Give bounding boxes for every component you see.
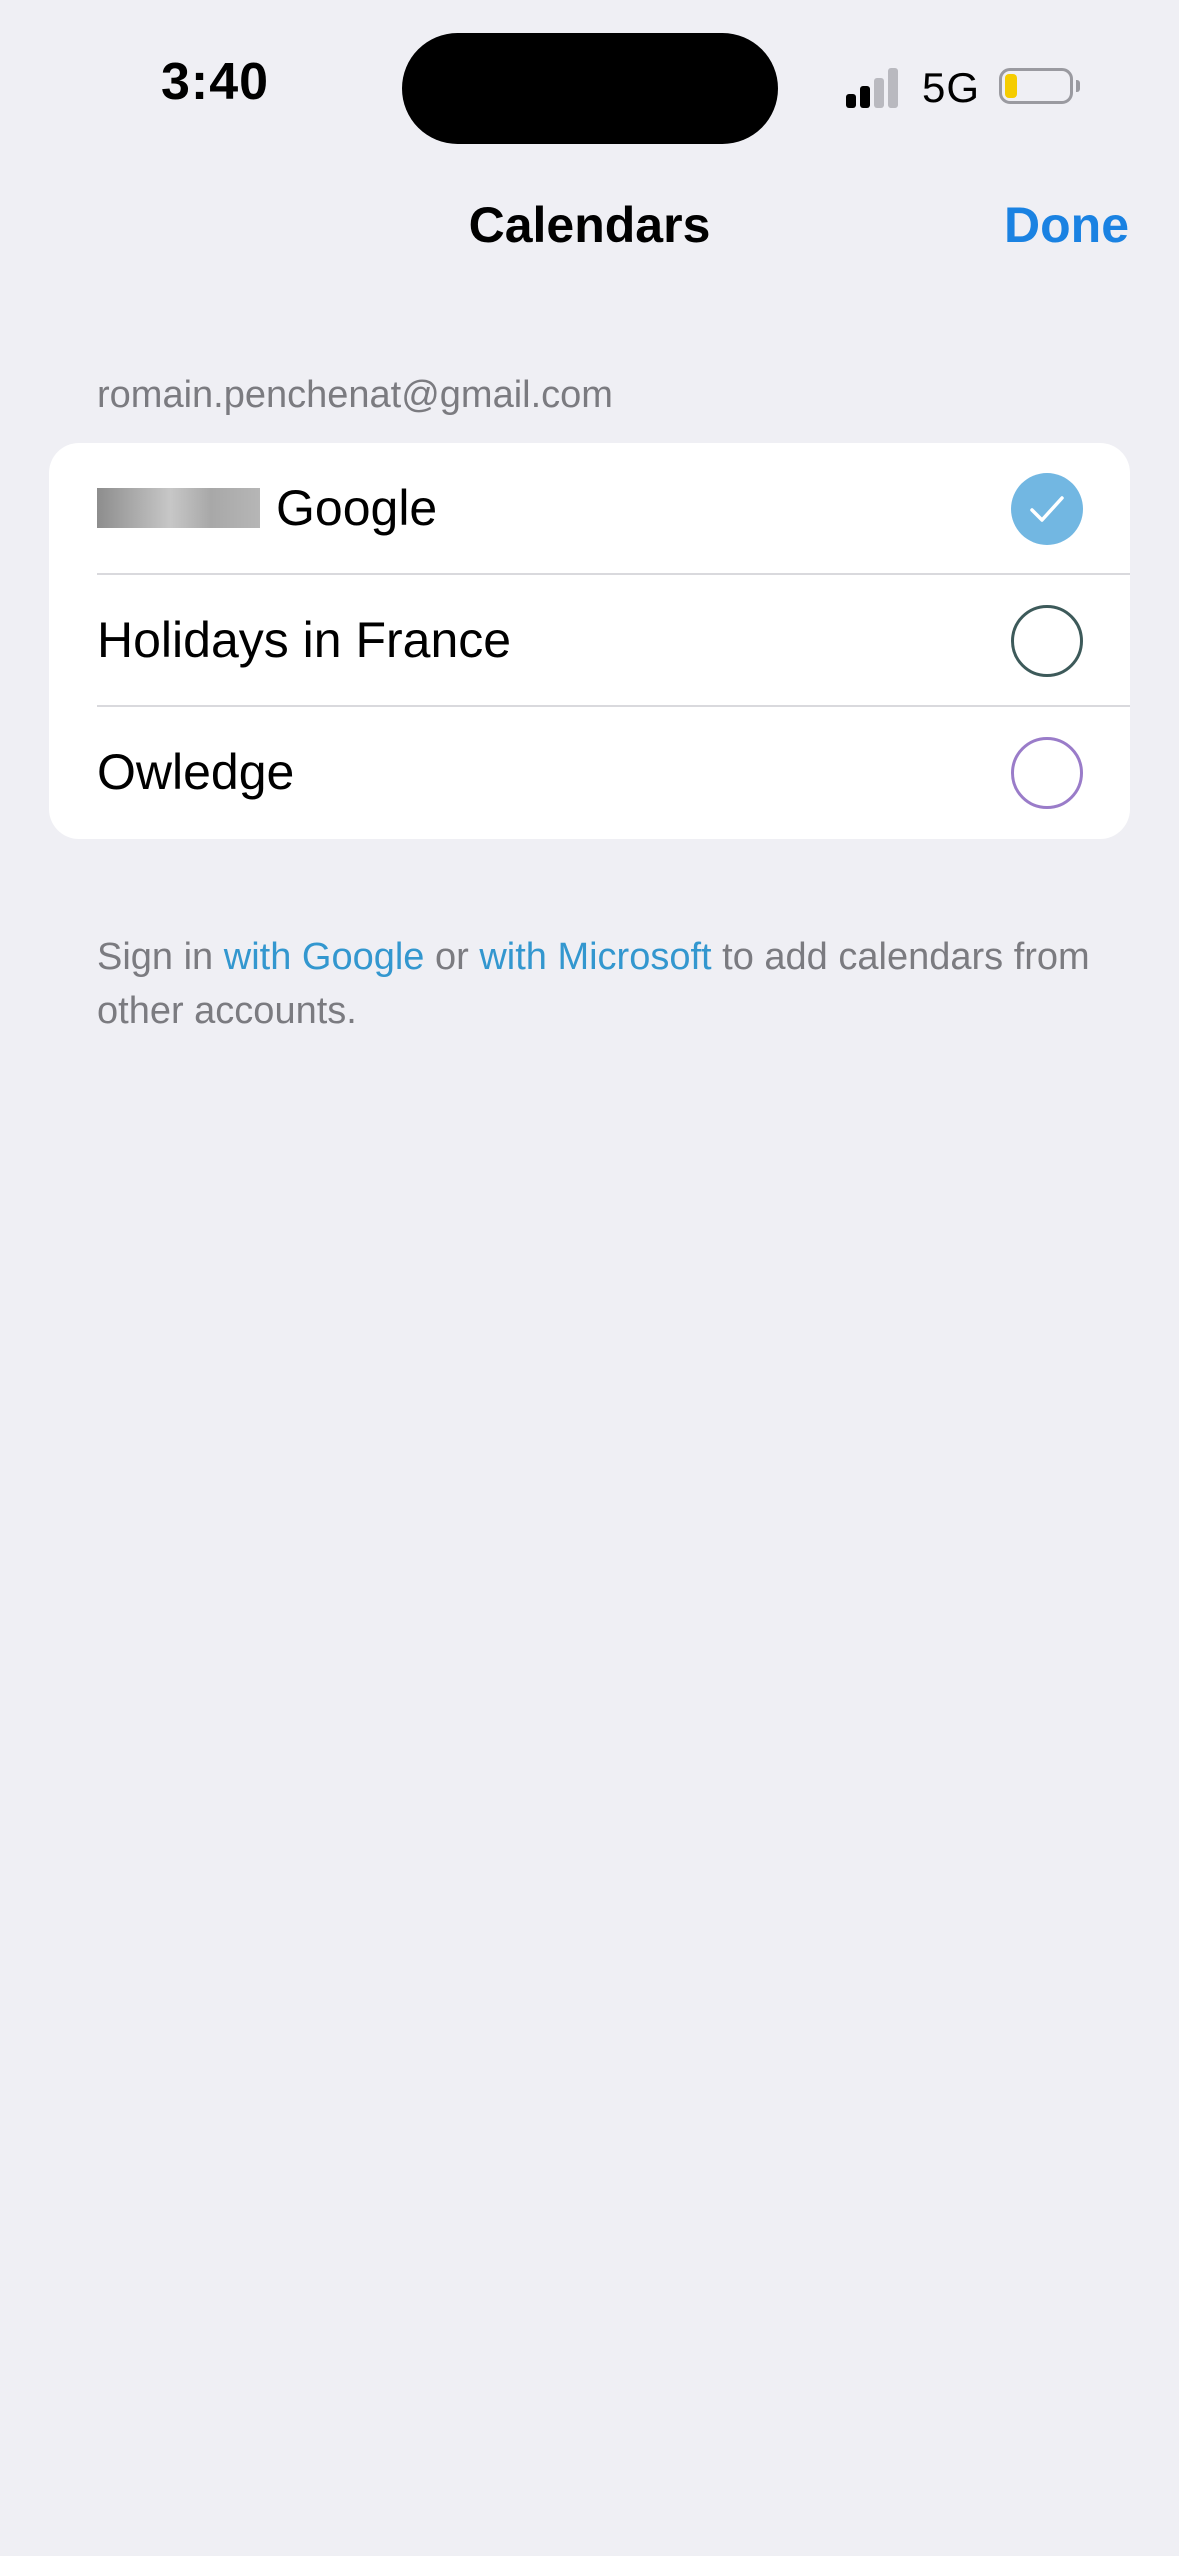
calendar-row-label: Google — [97, 479, 437, 537]
calendar-row-holidays-in-france[interactable]: Holidays in France — [49, 575, 1130, 707]
network-type: 5G — [922, 64, 981, 111]
calendar-row-google[interactable]: Google — [49, 443, 1130, 575]
footer-prefix: Sign in — [97, 936, 224, 978]
checkmark-icon — [1030, 496, 1064, 522]
cellular-signal-icon — [846, 66, 906, 108]
checkmark-circle-icon[interactable] — [1011, 473, 1083, 545]
done-button[interactable]: Done — [1004, 196, 1129, 254]
empty-circle-icon[interactable] — [1011, 605, 1083, 677]
footer-middle: or — [424, 936, 480, 978]
signal-bar-1 — [846, 94, 856, 108]
sign-in-google-link[interactable]: with Google — [224, 936, 425, 978]
sign-in-hint: Sign in with Google or with Microsoft to… — [97, 930, 1097, 1038]
empty-circle-icon[interactable] — [1011, 737, 1083, 809]
dynamic-island — [402, 33, 778, 144]
status-bar: 3:40 5G — [0, 0, 1179, 150]
page-title: Calendars — [468, 197, 711, 253]
calendar-name: Holidays in France — [97, 612, 512, 668]
signal-bar-4 — [888, 68, 898, 108]
battery-fill — [1005, 74, 1017, 98]
calendar-list: Google Holidays in France Owledge — [49, 443, 1130, 839]
signal-bar-2 — [860, 86, 870, 108]
battery-nub — [1076, 80, 1080, 92]
account-email-header: romain.penchenat@gmail.com — [97, 374, 613, 416]
redacted-name — [97, 488, 260, 528]
calendar-row-owledge[interactable]: Owledge — [49, 707, 1130, 839]
battery-icon — [999, 68, 1080, 104]
calendar-name: Google — [276, 480, 438, 536]
calendar-name: Owledge — [97, 744, 295, 800]
sign-in-microsoft-link[interactable]: with Microsoft — [479, 936, 711, 978]
signal-bar-3 — [874, 78, 884, 108]
status-time: 3:40 — [160, 53, 270, 111]
